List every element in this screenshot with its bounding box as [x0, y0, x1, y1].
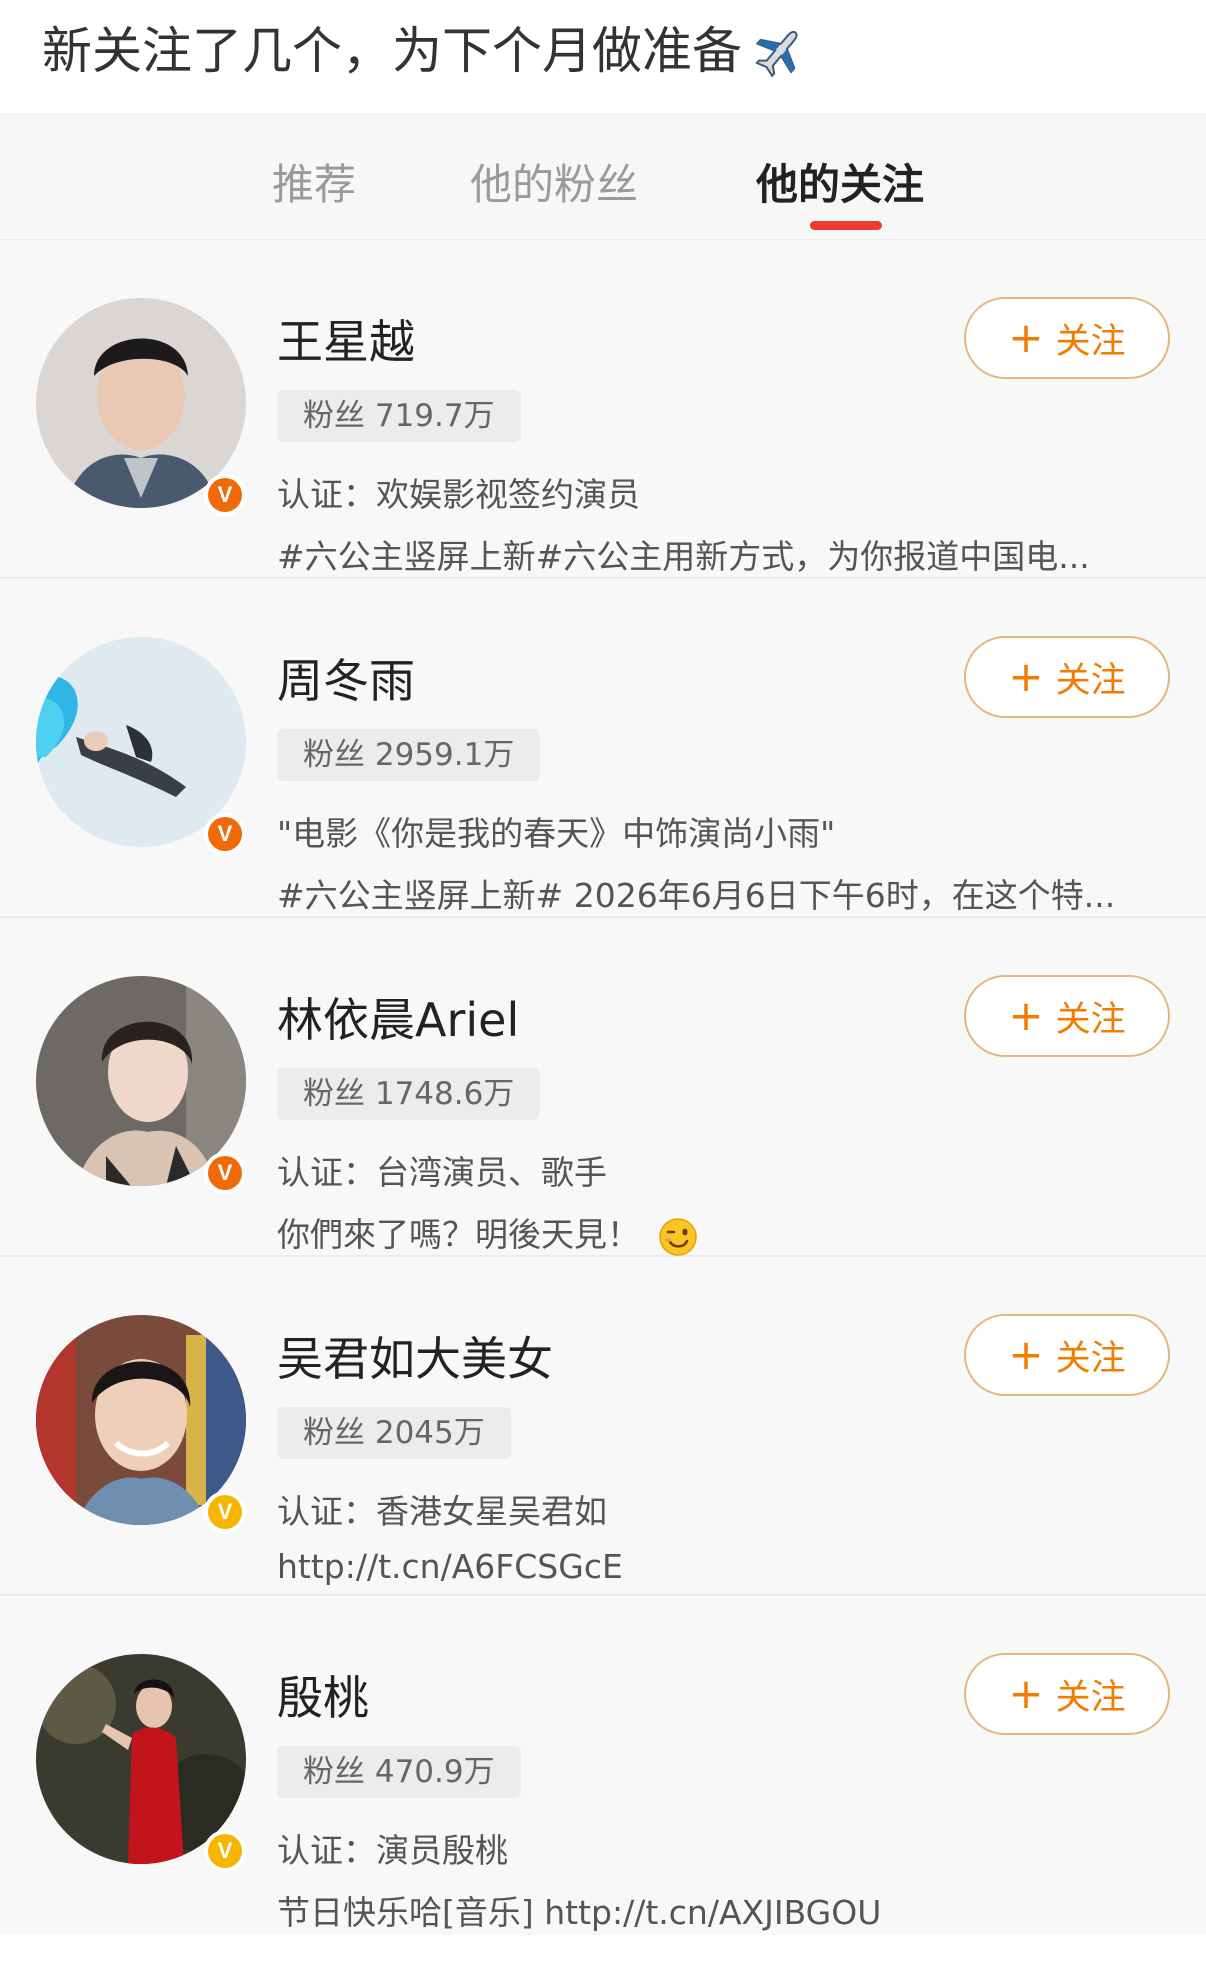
user-name[interactable]: 林依晨Ariel: [277, 984, 519, 1050]
plus-icon: +: [1008, 991, 1044, 1040]
tab-recommend[interactable]: 推荐: [272, 151, 356, 212]
user-item[interactable]: V 周冬雨 粉丝 2959.1万 "电影《你是我的春天》中饰演尚小雨" #六公主…: [0, 579, 1206, 918]
follow-label: 关注: [1055, 1677, 1126, 1718]
user-name[interactable]: 周冬雨: [277, 645, 415, 711]
latest-post: 节日快乐哈[音乐] http://t.cn/AXJIBGOU: [277, 1893, 882, 1932]
fans-count: 粉丝 1748.6万: [277, 1068, 541, 1120]
fans-count: 粉丝 2959.1万: [277, 729, 541, 781]
following-list: V 王星越 粉丝 719.7万 认证：欢娱影视签约演员 #六公主竖屏上新#六公主…: [0, 240, 1206, 1935]
tab-his-following[interactable]: 他的关注: [756, 151, 924, 212]
follow-button[interactable]: + 关注: [964, 1653, 1170, 1735]
fans-count: 粉丝 470.9万: [277, 1746, 521, 1798]
tab-his-fans[interactable]: 他的粉丝: [470, 151, 638, 212]
verified-badge-icon: V: [204, 1152, 246, 1194]
follow-button[interactable]: + 关注: [964, 1314, 1170, 1396]
airplane-icon: [752, 23, 808, 79]
user-description: 认证：台湾演员、歌手: [277, 1153, 607, 1192]
follow-label: 关注: [1055, 321, 1126, 362]
latest-post[interactable]: http://t.cn/A6FCSGcE: [277, 1547, 623, 1586]
tab-bar: 推荐 他的粉丝 他的关注: [0, 114, 1206, 240]
wink-emoji-icon: [658, 1217, 698, 1257]
plus-icon: +: [1008, 1330, 1044, 1379]
plus-icon: +: [1008, 1669, 1044, 1718]
latest-post: #六公主竖屏上新#六公主用新方式，为你报道中国电...: [277, 537, 1090, 576]
verified-badge-icon: V: [204, 1830, 246, 1872]
post-header: 新关注了几个，为下个月做准备: [0, 0, 1206, 114]
user-item[interactable]: V 吴君如大美女 粉丝 2045万 认证：香港女星吴君如 http://t.cn…: [0, 1257, 1206, 1596]
latest-post: #六公主竖屏上新# 2026年6月6日下午6时，在这个特...: [277, 876, 1116, 915]
post-title: 新关注了几个，为下个月做准备: [42, 22, 742, 80]
plus-icon: +: [1008, 313, 1044, 362]
page: 新关注了几个，为下个月做准备 推荐 他的粉丝 他的关注 V 王星越 粉丝 719…: [0, 0, 1206, 1972]
user-description: 认证：演员殷桃: [277, 1831, 508, 1870]
user-item[interactable]: V 林依晨Ariel 粉丝 1748.6万 认证：台湾演员、歌手 你們來了嗎？明…: [0, 918, 1206, 1257]
verified-badge-icon: V: [204, 813, 246, 855]
follow-label: 关注: [1055, 999, 1126, 1040]
user-description: "电影《你是我的春天》中饰演尚小雨": [277, 814, 836, 853]
user-name[interactable]: 王星越: [277, 306, 415, 372]
verified-badge-icon: V: [204, 1491, 246, 1533]
user-name[interactable]: 吴君如大美女: [277, 1323, 553, 1389]
user-name[interactable]: 殷桃: [277, 1662, 369, 1728]
fans-count: 粉丝 719.7万: [277, 390, 521, 442]
verified-badge-icon: V: [204, 474, 246, 516]
follow-label: 关注: [1055, 1338, 1126, 1379]
plus-icon: +: [1008, 652, 1044, 701]
follow-label: 关注: [1055, 660, 1126, 701]
follow-button[interactable]: + 关注: [964, 975, 1170, 1057]
user-item[interactable]: V 王星越 粉丝 719.7万 认证：欢娱影视签约演员 #六公主竖屏上新#六公主…: [0, 240, 1206, 579]
follow-button[interactable]: + 关注: [964, 297, 1170, 379]
latest-post: 你們來了嗎？明後天見！: [277, 1208, 698, 1257]
user-item[interactable]: V 殷桃 粉丝 470.9万 认证：演员殷桃 节日快乐哈[音乐] http://…: [0, 1596, 1206, 1935]
fans-count: 粉丝 2045万: [277, 1407, 511, 1459]
latest-post-text: 你們來了嗎？明後天見！: [277, 1215, 640, 1254]
user-description: 认证：欢娱影视签约演员: [277, 475, 640, 514]
user-description: 认证：香港女星吴君如: [277, 1492, 607, 1531]
tab-active-indicator: [810, 221, 882, 230]
follow-button[interactable]: + 关注: [964, 636, 1170, 718]
